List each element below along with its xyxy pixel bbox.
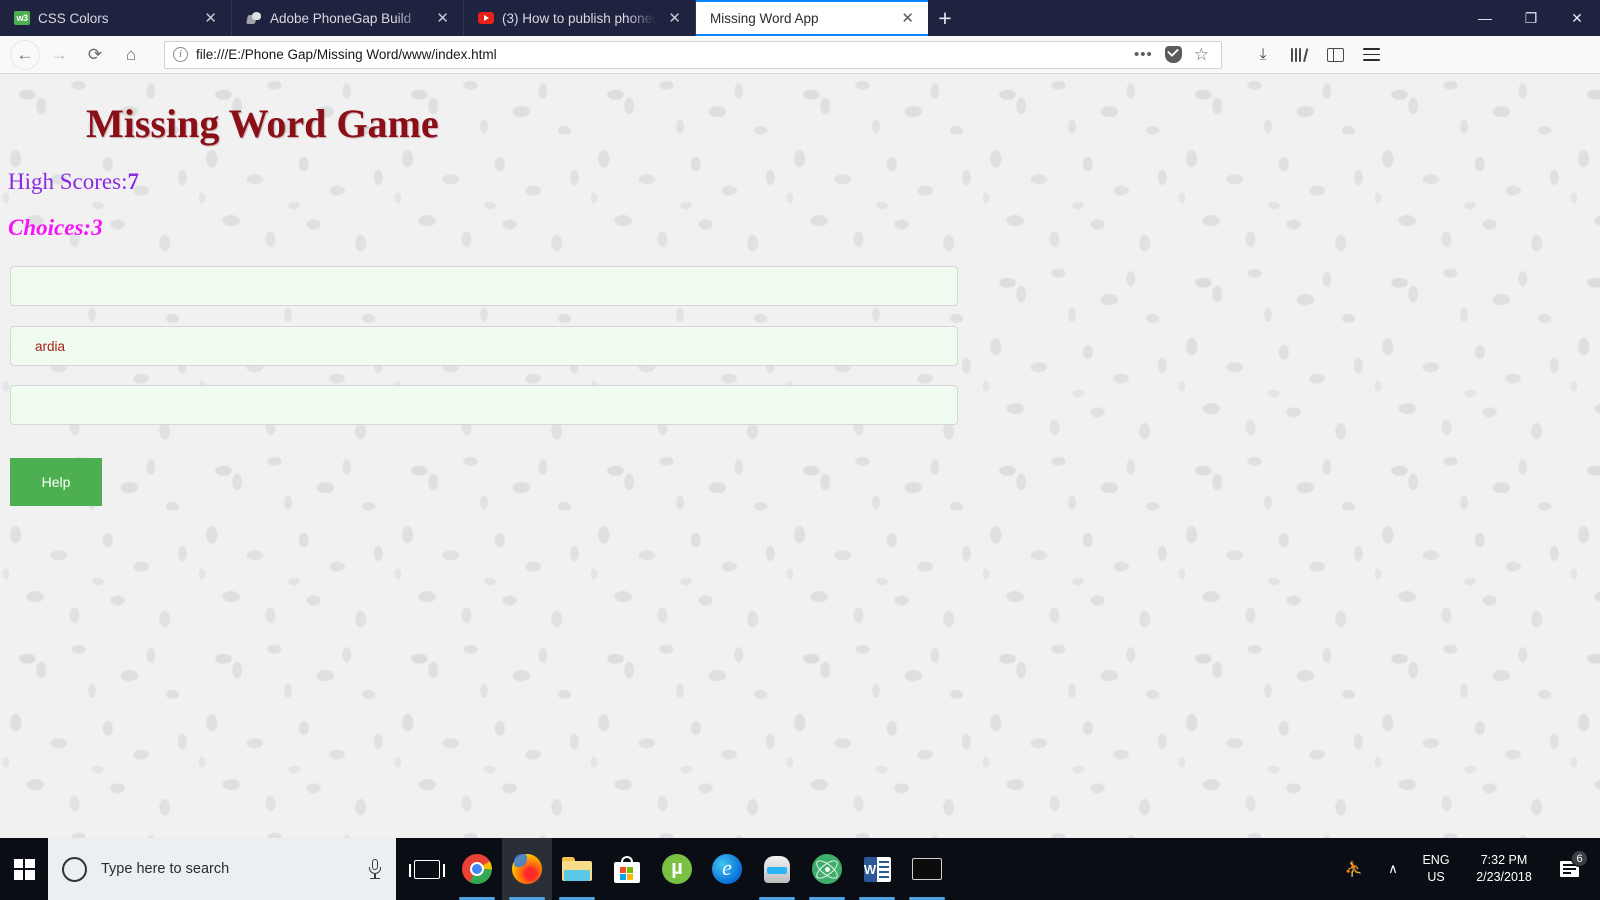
search-placeholder: Type here to search <box>101 861 230 877</box>
word-choice-box-3[interactable] <box>10 385 958 425</box>
tab-close-icon[interactable]: ✕ <box>432 9 453 28</box>
close-button[interactable]: ✕ <box>1554 0 1600 36</box>
url-text: file:///E:/Phone Gap/Missing Word/www/in… <box>196 47 497 62</box>
store-icon <box>614 855 640 883</box>
reload-icon[interactable]: ⟳ <box>78 40 112 70</box>
tab-close-icon[interactable]: ✕ <box>897 9 918 28</box>
taskbar-apps <box>402 838 952 900</box>
language-line-2: US <box>1427 870 1445 884</box>
navigation-toolbar: ← → ⟳ ⌂ i file:///E:/Phone Gap/Missing W… <box>0 36 1600 74</box>
page-title: Missing Word Game <box>86 101 439 146</box>
phonegap-icon <box>246 10 262 26</box>
tab-strip: w3 CSS Colors ✕ Adobe PhoneGap Build ✕ (… <box>0 0 1600 36</box>
taskbar-item-utorrent[interactable] <box>652 838 702 900</box>
system-tray: ⛹ ∧ ENG US 7:32 PM 2/23/2018 6 <box>1332 838 1600 900</box>
word-choice-box-2[interactable]: ardia <box>10 326 958 366</box>
cortana-icon[interactable] <box>62 856 87 882</box>
library-icon[interactable] <box>1288 42 1310 68</box>
taskbar-search-box[interactable]: Type here to search <box>48 838 396 900</box>
microphone-icon[interactable] <box>366 858 384 880</box>
utorrent-icon <box>662 854 692 884</box>
browser-tab-adobe-phonegap-build[interactable]: Adobe PhoneGap Build ✕ <box>232 0 464 36</box>
show-hidden-icons-chevron-icon[interactable]: ∧ <box>1376 838 1410 900</box>
download-icon[interactable]: ⤓ <box>1252 42 1274 68</box>
notification-badge: 6 <box>1571 850 1588 867</box>
w3schools-icon: w3 <box>14 10 30 26</box>
taskview-icon <box>409 859 445 879</box>
taskbar-item-file-explorer[interactable] <box>552 838 602 900</box>
clock-time: 7:32 PM <box>1480 853 1528 868</box>
sidebar-icon[interactable] <box>1324 42 1346 68</box>
pocket-icon[interactable] <box>1164 46 1182 63</box>
windows-taskbar: Type here to search µ e W ⛹ ∧ ENG US 7:3… <box>0 838 1600 900</box>
chrome-icon <box>462 854 492 884</box>
folder-icon <box>562 857 592 881</box>
tab-title: CSS Colors <box>38 10 109 26</box>
tab-close-icon[interactable]: ✕ <box>664 9 685 28</box>
browser-window: w3 CSS Colors ✕ Adobe PhoneGap Build ✕ (… <box>0 0 1600 838</box>
taskbar-item-task-view[interactable] <box>402 838 452 900</box>
clock[interactable]: 7:32 PM 2/23/2018 <box>1462 852 1546 886</box>
high-scores-line: High Scores:7 <box>8 169 139 195</box>
browser-tab-missing-word-app[interactable]: Missing Word App ✕ <box>696 0 928 36</box>
browser-tab-css-colors[interactable]: w3 CSS Colors ✕ <box>0 0 232 36</box>
notifications-button[interactable]: 6 <box>1546 850 1592 877</box>
taskbar-item-chrome[interactable] <box>452 838 502 900</box>
high-scores-value: 7 <box>127 169 139 194</box>
firefox-icon <box>512 854 542 884</box>
choices-label: Choices: <box>8 215 92 240</box>
home-icon[interactable]: ⌂ <box>114 40 148 70</box>
edge-icon <box>712 854 742 884</box>
taskbar-item-microsoft-store[interactable] <box>602 838 652 900</box>
language-line-1: ENG <box>1422 853 1450 868</box>
taskbar-item-console[interactable] <box>902 838 952 900</box>
language-indicator[interactable]: ENG US <box>1410 852 1462 886</box>
page-actions-icon[interactable]: ••• <box>1130 46 1157 63</box>
start-button[interactable] <box>0 838 48 900</box>
choices-line: Choices:3 <box>8 215 103 241</box>
robot-icon <box>764 855 790 883</box>
tab-title: (3) How to publish phonegap a <box>502 10 657 26</box>
browser-tab-youtube[interactable]: (3) How to publish phonegap a ✕ <box>464 0 696 36</box>
new-tab-button[interactable]: + <box>928 0 962 36</box>
restore-button[interactable]: ❐ <box>1508 0 1554 36</box>
address-bar[interactable]: i file:///E:/Phone Gap/Missing Word/www/… <box>164 40 1222 69</box>
tab-close-icon[interactable]: ✕ <box>200 9 221 28</box>
clock-date: 2/23/2018 <box>1476 870 1532 884</box>
taskbar-item-firefox[interactable] <box>502 838 552 900</box>
word-choice-box-1[interactable] <box>10 266 958 306</box>
forward-icon[interactable]: → <box>42 40 76 70</box>
window-controls: — ❐ ✕ <box>1462 0 1600 36</box>
word-icon <box>863 856 891 883</box>
help-button[interactable]: Help <box>10 458 102 506</box>
back-icon[interactable]: ← <box>10 39 40 70</box>
atom-icon <box>812 854 842 884</box>
toolbar-icons: ⤓ <box>1236 42 1382 68</box>
menu-icon[interactable] <box>1360 42 1382 68</box>
minimize-button[interactable]: — <box>1462 0 1508 36</box>
bookmark-star-icon[interactable]: ☆ <box>1190 45 1213 65</box>
choices-value: 3 <box>91 215 103 240</box>
youtube-icon <box>478 10 494 26</box>
taskbar-item-atom[interactable] <box>802 838 852 900</box>
page-content: Missing Word Game High Scores:7 Choices:… <box>0 74 1600 838</box>
high-scores-label: High Scores: <box>8 169 128 194</box>
taskbar-item-word[interactable] <box>852 838 902 900</box>
tab-title: Adobe PhoneGap Build <box>270 10 412 26</box>
console-icon <box>912 858 942 880</box>
windows-logo-icon <box>13 858 35 880</box>
taskbar-item-emulator[interactable] <box>752 838 802 900</box>
page-info-icon[interactable]: i <box>173 47 188 62</box>
taskbar-item-edge[interactable] <box>702 838 752 900</box>
people-icon[interactable]: ⛹ <box>1332 838 1376 900</box>
tab-title: Missing Word App <box>710 10 819 26</box>
